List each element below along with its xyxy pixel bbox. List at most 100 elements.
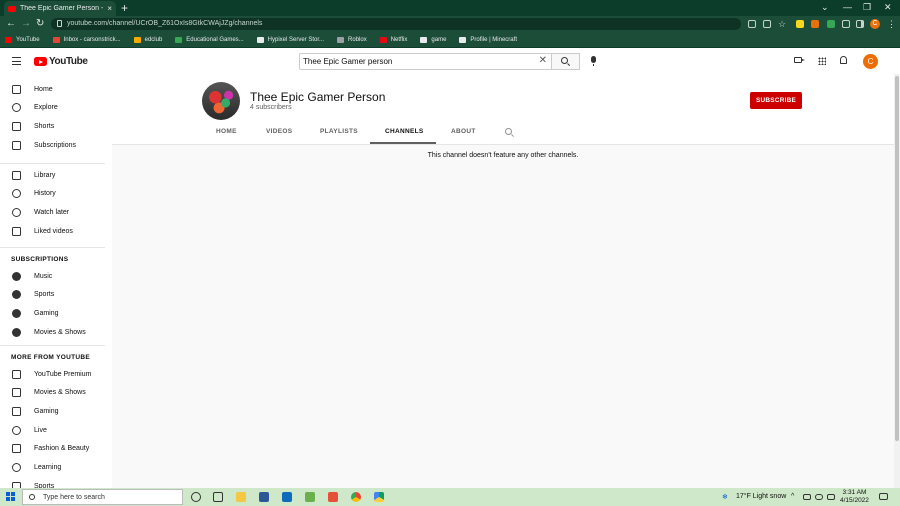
cortana-icon[interactable] xyxy=(191,492,201,502)
url-text[interactable]: youtube.com/channel/UCrOB_Z61OxIs8GtkCWA… xyxy=(67,19,262,29)
taskbar-search-placeholder[interactable]: Type here to search xyxy=(43,494,105,501)
taskbar-clock[interactable]: 3:31 AM 4/15/2022 xyxy=(840,489,869,505)
notifications-bell-icon[interactable] xyxy=(840,56,847,64)
sidebar-item-youtube-premium[interactable]: YouTube Premium xyxy=(0,365,112,383)
windows-start-icon[interactable] xyxy=(6,492,15,501)
sidebar-item-subscriptions[interactable]: Subscriptions xyxy=(0,136,112,154)
chrome-profile-avatar[interactable]: C xyxy=(870,19,880,29)
new-tab-button[interactable]: + xyxy=(121,1,128,15)
tray-overflow-icon[interactable]: ^ xyxy=(791,493,794,500)
sidebar-item-shorts[interactable]: Shorts xyxy=(0,117,112,135)
sidebar-item-library[interactable]: Library xyxy=(0,166,112,184)
install-app-icon[interactable] xyxy=(748,20,756,28)
bookmark-item[interactable]: YouTube xyxy=(5,36,40,43)
youtube-premium-icon xyxy=(12,369,21,379)
tab-about[interactable]: ABOUT xyxy=(451,128,476,135)
tab-home[interactable]: HOME xyxy=(216,128,237,135)
address-bar[interactable]: youtube.com/channel/UCrOB_Z61OxIs8GtkCWA… xyxy=(51,18,741,30)
youtube-logo[interactable]: YouTube xyxy=(34,56,88,67)
sidebar-item-sports[interactable]: Sports xyxy=(0,286,112,304)
bookmark-item[interactable]: Educational Games... xyxy=(175,36,244,43)
sidebar-item-home[interactable]: Home xyxy=(0,80,112,98)
guide-menu-icon[interactable] xyxy=(12,57,21,65)
sidebar-item-learning[interactable]: Learning xyxy=(0,459,112,477)
cloud-icon[interactable] xyxy=(815,494,823,500)
sidebar-item-movies-shows[interactable]: Movies & Shows xyxy=(0,384,112,402)
bookmark-item[interactable]: game xyxy=(420,36,446,43)
sidebar-item-history[interactable]: History xyxy=(0,185,112,203)
sidebar-item-music[interactable]: Music xyxy=(0,267,112,285)
bookmark-favicon-icon xyxy=(5,36,12,43)
tab-search-chevron-icon[interactable]: ⌄ xyxy=(821,1,829,13)
sidebar-item-movies-shows[interactable]: Movies & Shows xyxy=(0,323,112,341)
mail-icon[interactable] xyxy=(282,492,292,502)
weather-text[interactable]: 17°F Light snow xyxy=(736,493,786,500)
extension-icon[interactable] xyxy=(796,20,804,28)
drive-taskbar-icon[interactable] xyxy=(374,492,384,502)
sidebar-item-sports[interactable]: Sports xyxy=(0,477,112,488)
file-explorer-icon[interactable] xyxy=(236,492,246,502)
create-video-icon[interactable] xyxy=(794,57,805,63)
sidebar-item-live[interactable]: Live xyxy=(0,421,112,439)
sidebar-item-label: Shorts xyxy=(34,122,55,130)
bookmark-item[interactable]: Hypixel Server Stor... xyxy=(256,36,324,43)
sidebar-item-fashion-beauty[interactable]: Fashion & Beauty xyxy=(0,440,112,458)
lock-icon[interactable] xyxy=(57,20,62,27)
search-input[interactable]: Thee Epic Gamer person ✕ xyxy=(299,53,552,70)
reload-button[interactable]: ↻ xyxy=(36,16,44,32)
sidebar-item-explore[interactable]: Explore xyxy=(0,99,112,117)
side-panel-icon[interactable] xyxy=(856,20,864,28)
extensions-puzzle-icon[interactable] xyxy=(842,20,850,28)
sidebar-item-label: History xyxy=(34,190,56,198)
tab-videos[interactable]: VIDEOS xyxy=(266,128,292,135)
task-view-icon[interactable] xyxy=(213,492,223,502)
channel-avatar[interactable] xyxy=(202,82,240,120)
battery-icon[interactable] xyxy=(827,494,835,500)
store-icon[interactable] xyxy=(259,492,269,502)
share-icon[interactable] xyxy=(763,20,771,28)
bookmark-item[interactable]: Roblox xyxy=(337,36,367,43)
sidebar-item-gaming[interactable]: Gaming xyxy=(0,304,112,322)
extension-icon[interactable] xyxy=(811,20,819,28)
sidebar-item-label: Sports xyxy=(34,291,55,299)
forward-button[interactable]: → xyxy=(21,16,31,32)
notifications-icon[interactable] xyxy=(879,493,888,500)
drive-extension-icon[interactable] xyxy=(827,20,835,28)
chrome-menu-icon[interactable]: ⋮ xyxy=(887,16,896,32)
tab-playlists[interactable]: PLAYLISTS xyxy=(320,128,358,135)
minimize-button[interactable]: — xyxy=(843,1,852,13)
search-button[interactable] xyxy=(552,53,580,70)
bookmark-item[interactable]: Netflix xyxy=(379,36,407,43)
bookmark-item[interactable]: edclub xyxy=(133,36,162,43)
app-icon[interactable] xyxy=(328,492,338,502)
search-query[interactable]: Thee Epic Gamer person xyxy=(303,57,392,66)
tray-icon[interactable] xyxy=(803,494,811,500)
sidebar-item-gaming[interactable]: Gaming xyxy=(0,402,112,420)
close-window-button[interactable]: ✕ xyxy=(884,1,892,13)
channel-search-icon[interactable] xyxy=(505,128,512,135)
bookmark-star-icon[interactable]: ☆ xyxy=(778,20,786,29)
music-icon xyxy=(12,271,21,281)
bookmark-favicon-icon xyxy=(175,36,183,43)
sidebar-item-label: Learning xyxy=(34,464,62,471)
taskbar-search-box[interactable]: Type here to search xyxy=(22,489,183,505)
bookmark-item[interactable]: Inbox - carsonstrick... xyxy=(52,36,121,43)
apps-grid-icon[interactable] xyxy=(818,57,826,65)
clear-search-icon[interactable]: ✕ xyxy=(539,55,547,66)
bookmark-item[interactable]: Profile | Minecraft xyxy=(459,36,517,43)
sidebar-item-liked-videos[interactable]: Liked videos xyxy=(0,222,112,240)
account-avatar[interactable]: C xyxy=(863,54,878,69)
lightbulb-icon xyxy=(12,463,21,472)
restore-button[interactable]: ❐ xyxy=(863,1,871,13)
scrollbar-thumb[interactable] xyxy=(895,76,899,441)
tab-close-icon[interactable]: × xyxy=(107,4,112,13)
back-button[interactable]: ← xyxy=(6,16,16,32)
subscribe-button[interactable]: SUBSCRIBE xyxy=(750,92,802,109)
microphone-icon[interactable] xyxy=(591,56,596,66)
browser-tab[interactable]: Thee Epic Gamer Person - YouTube × xyxy=(4,1,116,16)
chrome-taskbar-icon[interactable] xyxy=(351,492,361,502)
weather-icon[interactable]: ❄ xyxy=(722,493,728,501)
app-icon[interactable] xyxy=(305,492,315,502)
sidebar-item-watch-later[interactable]: Watch later xyxy=(0,203,112,221)
tab-channels[interactable]: CHANNELS xyxy=(385,128,424,135)
